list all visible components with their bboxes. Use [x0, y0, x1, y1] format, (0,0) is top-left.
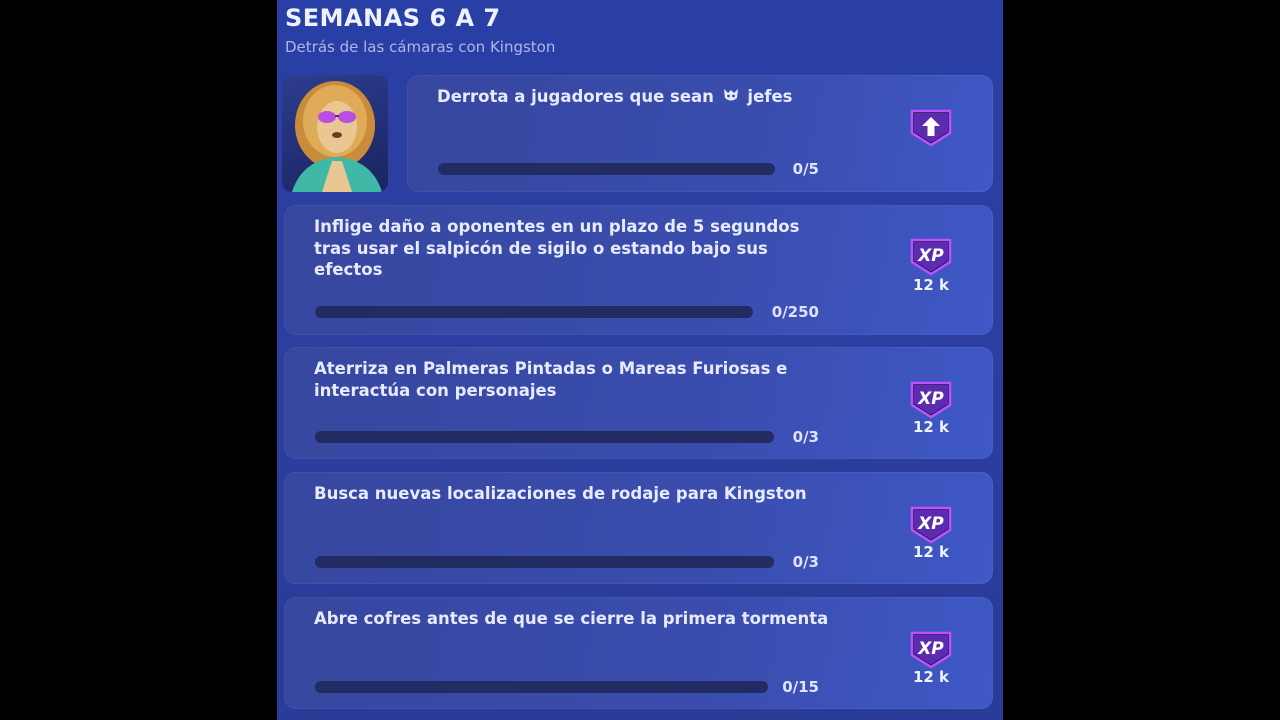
xp-icon: XP [906, 236, 956, 276]
quest-1-text-before: Derrota a jugadores que sean [437, 87, 714, 106]
quest-1-progress-count: 0/5 [792, 160, 819, 178]
quest-3-reward-amount: 12 k [912, 418, 950, 436]
page-title: SEMANAS 6 A 7 [285, 4, 501, 32]
quest-4-progress-bar [315, 556, 774, 568]
quest-2-text: Inflige daño a oponentes en un plazo de … [314, 217, 800, 279]
quest-2-progress-count: 0/250 [771, 303, 819, 321]
quest-3-progress-bar [315, 431, 774, 443]
quest-1-text-after: jefes [747, 87, 793, 106]
quest-1-text: Derrota a jugadores que sean jefes [437, 86, 792, 110]
quest-card-2[interactable]: Inflige daño a oponentes en un plazo de … [284, 205, 993, 335]
xp-icon: XP [906, 504, 956, 544]
xp-icon-label: XP [917, 639, 944, 659]
quest-5-reward-amount: 12 k [912, 668, 950, 686]
quest-card-3[interactable]: Aterriza en Palmeras Pintadas o Mareas F… [284, 347, 993, 459]
quest-card-4[interactable]: Busca nuevas localizaciones de rodaje pa… [284, 472, 993, 584]
upgrade-arrow-icon [906, 107, 956, 147]
xp-icon-label: XP [917, 514, 944, 534]
quest-2-progress-bar [315, 306, 753, 318]
boss-icon [722, 86, 740, 110]
quest-card-1[interactable]: Derrota a jugadores que sean jefes 0/5 [407, 75, 993, 192]
quest-4-progress-count: 0/3 [792, 553, 819, 571]
quest-1-progress-bar [438, 163, 775, 175]
quest-5-text: Abre cofres antes de que se cierre la pr… [314, 609, 829, 628]
quest-4-text: Busca nuevas localizaciones de rodaje pa… [314, 484, 807, 503]
xp-icon-label: XP [917, 246, 944, 266]
quest-5-progress-count: 0/15 [782, 678, 819, 696]
quest-4-reward-amount: 12 k [912, 543, 950, 561]
quest-panel: SEMANAS 6 A 7 Detrás de las cámaras con … [277, 0, 1003, 720]
page-subtitle: Detrás de las cámaras con Kingston [285, 38, 556, 56]
lion-character-icon [292, 81, 382, 192]
quest-5-progress-bar [315, 681, 768, 693]
quest-3-progress-count: 0/3 [792, 428, 819, 446]
xp-icon: XP [906, 379, 956, 419]
kingston-portrait [282, 75, 388, 192]
xp-icon: XP [906, 629, 956, 669]
xp-icon-label: XP [917, 389, 944, 409]
quest-3-text: Aterriza en Palmeras Pintadas o Mareas F… [314, 359, 788, 400]
quest-2-reward-amount: 12 k [912, 276, 950, 294]
quest-card-5[interactable]: Abre cofres antes de que se cierre la pr… [284, 597, 993, 709]
